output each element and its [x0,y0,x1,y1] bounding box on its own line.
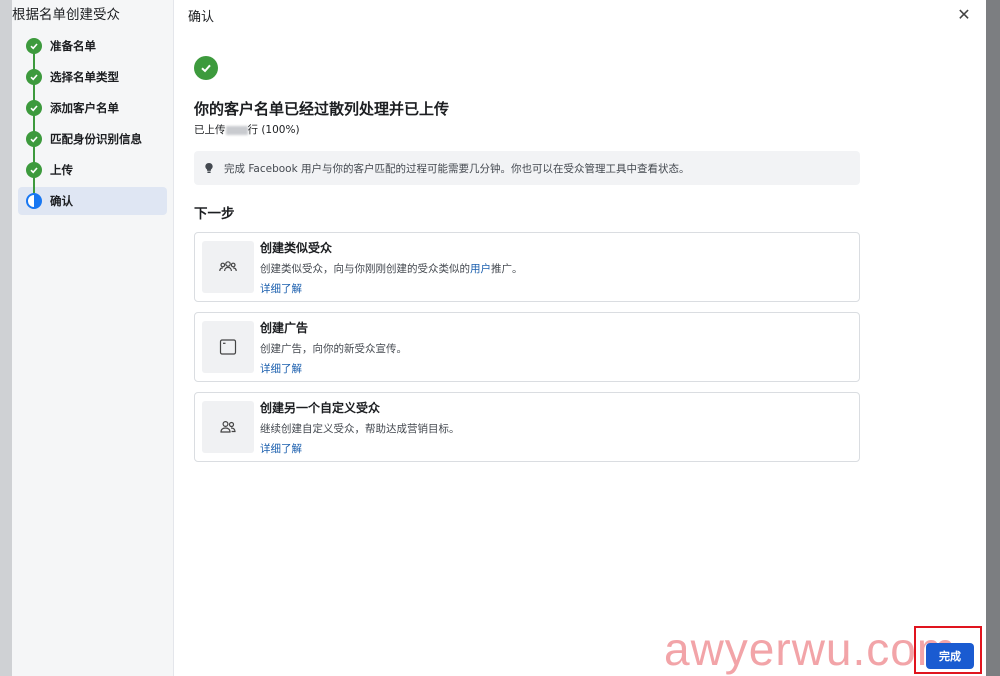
people-pair-icon [202,401,254,453]
brand-watermark: awyerwu.com [664,623,957,675]
step-label: 添加客户名单 [50,100,119,115]
step-list: 准备名单 选择名单类型 添加客户名单 匹配身份识别信息 上传 确认 [12,30,173,215]
card-description-text: 创建类似受众，向与你刚刚创建的受众类似的 [260,262,470,275]
create-audience-dialog: 根据名单创建受众 准备名单 选择名单类型 添加客户名单 匹配身份识别信息 上传 [12,0,986,676]
card-description: 创建广告，向你的新受众宣传。 [260,342,407,355]
success-check-icon [194,56,218,80]
check-icon [26,130,42,147]
people-group-icon [202,241,254,293]
backdrop-right [986,0,1000,676]
learn-more-link[interactable]: 详细了解 [260,281,523,296]
step-label: 匹配身份识别信息 [50,131,142,146]
card-title: 创建类似受众 [260,240,333,255]
backdrop-left [0,0,12,676]
lookalike-audience-card[interactable]: 创建类似受众 创建类似受众，向与你刚刚创建的受众类似的用户推广。 详细了解 [194,232,860,302]
step-label: 确认 [50,194,73,208]
step-item[interactable]: 添加客户名单 [12,92,173,123]
steps-sidebar: 根据名单创建受众 准备名单 选择名单类型 添加客户名单 匹配身份识别信息 上传 [12,0,174,676]
step-item[interactable]: 匹配身份识别信息 [12,123,173,154]
dialog-title: 确认 [188,9,215,25]
check-icon [26,37,42,54]
upload-status-suffix: 行 (100%) [247,124,300,136]
card-description: 继续创建自定义受众，帮助达成营销目标。 [260,422,460,435]
create-ad-card[interactable]: 创建广告 创建广告，向你的新受众宣传。 详细了解 [194,312,860,382]
notice-text: 完成 Facebook 用户与你的客户匹配的过程可能需要几分钟。你也可以在受众管… [224,162,690,175]
upload-status-prefix: 已上传 [194,124,226,136]
close-icon[interactable]: ✕ [956,7,972,23]
custom-audience-card[interactable]: 创建另一个自定义受众 继续创建自定义受众，帮助达成营销目标。 详细了解 [194,392,860,462]
main-panel: 确认 ✕ 你的客户名单已经过散列处理并已上传 已上传 行 (100%) 完成 Fa… [174,0,986,676]
card-title: 创建广告 [260,320,309,335]
result-headline: 你的客户名单已经过散列处理并已上传 [194,100,450,118]
step-item[interactable]: 选择名单类型 [12,61,173,92]
sidebar-title: 根据名单创建受众 [12,7,120,23]
redacted-count [225,125,248,135]
upload-status: 已上传 行 (100%) [194,122,862,137]
card-body: 创建广告 创建广告，向你的新受众宣传。 详细了解 [260,319,407,376]
card-body: 创建类似受众 创建类似受众，向与你刚刚创建的受众类似的用户推广。 详细了解 [260,239,523,296]
step-label: 选择名单类型 [50,69,119,84]
card-description-text: 推广。 [491,262,523,275]
check-icon [26,161,42,178]
info-notice: 完成 Facebook 用户与你的客户匹配的过程可能需要几分钟。你也可以在受众管… [194,151,860,185]
card-title: 创建另一个自定义受众 [260,400,381,415]
card-body: 创建另一个自定义受众 继续创建自定义受众，帮助达成营销目标。 详细了解 [260,399,460,456]
learn-more-link[interactable]: 详细了解 [260,441,460,456]
lightbulb-icon [204,162,218,174]
step-label: 准备名单 [50,38,96,53]
step-item[interactable]: 上传 [12,154,173,185]
learn-more-link[interactable]: 详细了解 [260,361,407,376]
users-link[interactable]: 用户 [470,263,491,275]
dialog-header: 确认 [188,0,986,30]
step-label: 上传 [50,162,73,177]
confirmation-content: 你的客户名单已经过散列处理并已上传 已上传 行 (100%) 完成 Faceboo… [194,56,862,462]
next-steps-title: 下一步 [194,206,235,222]
step-item[interactable]: 准备名单 [12,30,173,61]
step-item-current[interactable]: 确认 [18,187,167,215]
check-icon [26,68,42,85]
browser-window-icon [202,321,254,373]
highlight-annotation [914,626,982,674]
in-progress-icon [26,193,42,209]
check-icon [26,99,42,116]
card-description: 创建类似受众，向与你刚刚创建的受众类似的用户推广。 [260,261,523,276]
